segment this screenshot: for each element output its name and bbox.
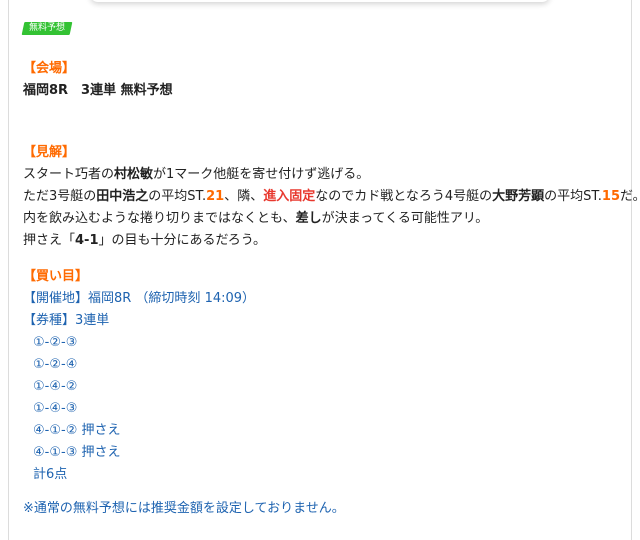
free-prediction-badge: 無料予想 — [21, 22, 73, 35]
combo-item: ①-②-④ — [33, 357, 78, 372]
bets-heading: 【買い目】 — [23, 269, 89, 284]
bets-total: 計6点 — [33, 467, 68, 482]
bets-section: 【買い目】 【開催地】福岡8R （締切時刻 14:09） 【券種】3連単 ①-②… — [23, 266, 255, 486]
venue-heading: 【会場】 — [23, 61, 76, 76]
st-value-21: 21 — [206, 189, 225, 204]
opinion-heading: 【見解】 — [23, 145, 76, 160]
bets-venue-line: 【開催地】福岡8R （締切時刻 14:09） — [23, 291, 256, 306]
combo-item: ①-④-② — [33, 379, 78, 394]
cover-combo: 4-1 — [75, 233, 99, 248]
sashi-label: 差し — [295, 211, 322, 226]
opinion-line-4: 押さえ「4-1」の目も十分にあるだろう。 — [23, 233, 266, 248]
combo-item: ①-④-③ — [33, 401, 78, 416]
opinion-section: 【見解】 スタート巧者の村松敏が1マーク他艇を寄せ付けず逃げる。 ただ3号艇の田… — [23, 142, 640, 252]
venue-section: 【会場】 福岡8R 3連単 無料予想 — [23, 58, 173, 102]
racer-ohno: 大野芳顕 — [492, 189, 545, 204]
fixed-entry-label: 進入固定 — [263, 189, 316, 204]
badge-label: 無料予想 — [29, 23, 66, 33]
st-value-15: 15 — [601, 189, 621, 204]
combo-item: ④-①-② 押さえ — [33, 423, 121, 438]
racer-tanaka: 田中浩之 — [96, 189, 149, 204]
opinion-line-2: ただ3号艇の田中浩之の平均ST.21、隣、進入固定なのでカド戦となろう4号艇の大… — [23, 189, 640, 204]
opinion-line-3: 内を飲み込むような捲り切りまではなくとも、差しが決まってくる可能性アリ。 — [23, 211, 489, 226]
combo-item: ①-②-③ — [33, 335, 78, 350]
venue-text: 福岡8R 3連単 無料予想 — [23, 83, 173, 98]
opinion-line-1: スタート巧者の村松敏が1マーク他艇を寄せ付けず逃げる。 — [23, 167, 370, 182]
combo-item: ④-①-③ 押さえ — [33, 445, 121, 460]
header-shadow — [90, 0, 550, 2]
racer-muramatsu: 村松敏 — [114, 167, 154, 182]
bets-type-line: 【券種】3連単 — [23, 313, 110, 328]
disclaimer-note: ※通常の無料予想には推奨金額を設定しておりません。 — [23, 501, 345, 516]
